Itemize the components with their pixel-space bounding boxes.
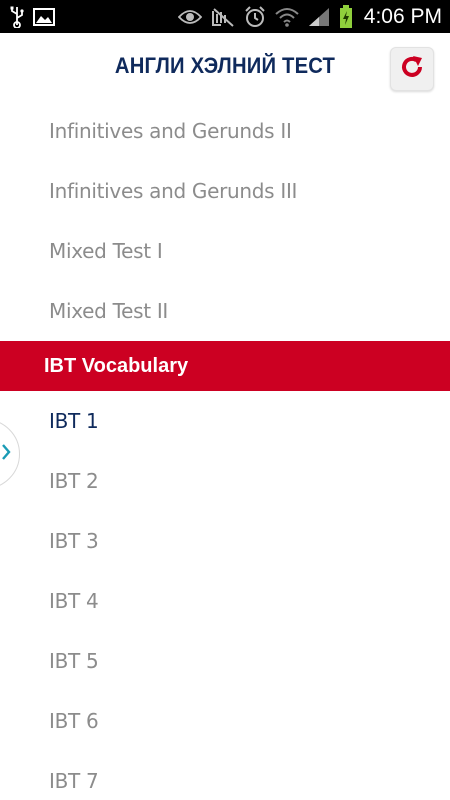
alarm-icon bbox=[244, 5, 266, 29]
status-right-icons: 4:06 PM bbox=[177, 4, 442, 29]
list-item[interactable]: IBT 2 bbox=[0, 451, 450, 511]
status-bar: 4:06 PM bbox=[0, 0, 450, 33]
app-header: АНГЛИ ХЭЛНИЙ ТЕСТ bbox=[0, 33, 450, 107]
list-item[interactable]: IBT 5 bbox=[0, 631, 450, 691]
list-item[interactable]: IBT 4 bbox=[0, 571, 450, 631]
usb-icon bbox=[10, 5, 24, 29]
eye-icon bbox=[177, 5, 202, 29]
test-list: Infinitives and Gerunds II Infinitives a… bbox=[0, 101, 450, 800]
list-item[interactable]: IBT 7 bbox=[0, 751, 450, 800]
list-item-active[interactable]: IBT 1 bbox=[0, 391, 450, 451]
signal-icon bbox=[308, 5, 330, 29]
mute-icon bbox=[211, 5, 235, 29]
refresh-icon bbox=[399, 54, 425, 85]
status-time: 4:06 PM bbox=[363, 4, 442, 28]
image-icon bbox=[33, 5, 55, 29]
status-left-icons bbox=[10, 5, 55, 29]
page-title: АНГЛИ ХЭЛНИЙ ТЕСТ bbox=[114, 53, 336, 78]
list-item[interactable]: IBT 3 bbox=[0, 511, 450, 571]
list-item[interactable]: Mixed Test II bbox=[0, 281, 450, 341]
section-header-ibt-vocabulary[interactable]: IBT Vocabulary bbox=[0, 341, 450, 391]
refresh-button[interactable] bbox=[390, 47, 434, 91]
list-item[interactable]: Mixed Test I bbox=[0, 221, 450, 281]
battery-charging-icon bbox=[339, 4, 353, 29]
wifi-icon bbox=[275, 5, 299, 29]
list-item[interactable]: Infinitives and Gerunds III bbox=[0, 161, 450, 221]
list-item[interactable]: Infinitives and Gerunds II bbox=[0, 101, 450, 161]
list-item[interactable]: IBT 6 bbox=[0, 691, 450, 751]
chevron-right-icon bbox=[1, 443, 11, 466]
